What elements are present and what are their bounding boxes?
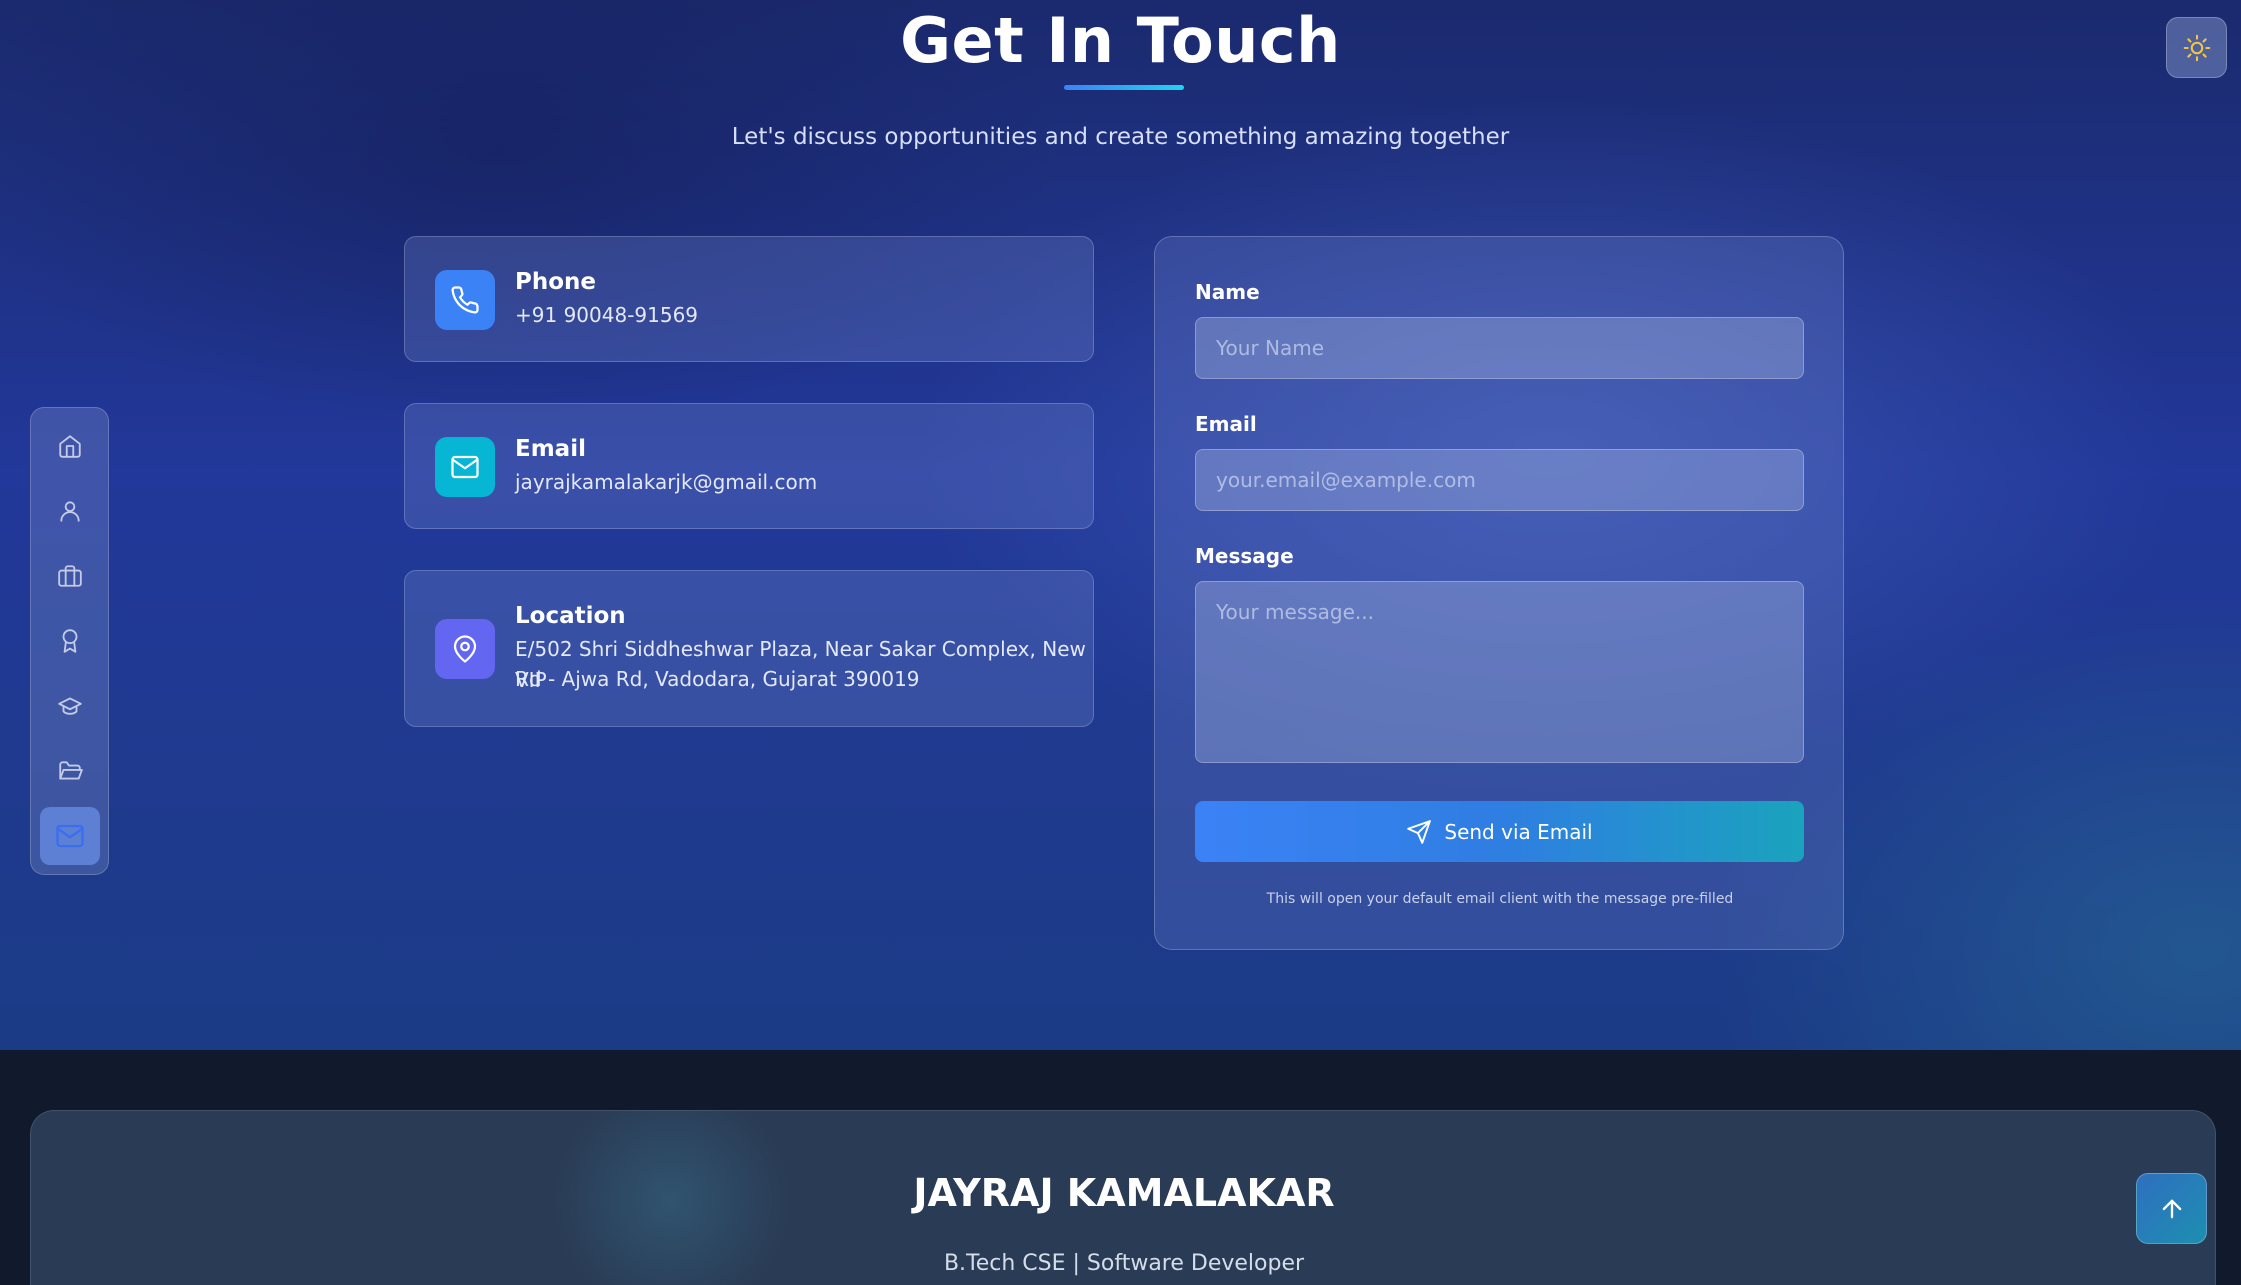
footer-role: B.Tech CSE | Software Developer [943,1251,1305,1276]
send-email-button[interactable]: Send via Email [1195,801,1804,862]
contact-section: Get In Touch Let's discuss opportunities… [0,0,2241,1050]
nav-item-contact[interactable] [40,807,100,865]
phone-card: Phone +91 90048-91569 [404,236,1094,362]
briefcase-icon [57,563,83,589]
email-card: Email jayrajkamalakarjk@gmail.com [404,403,1094,529]
graduation-cap-icon [57,693,83,719]
title-underline [1064,85,1184,90]
home-icon [57,433,83,459]
email-value[interactable]: jayrajkamalakarjk@gmail.com [515,467,817,498]
nav-item-experience[interactable] [40,547,100,605]
phone-label: Phone [515,269,597,295]
user-icon [57,498,83,524]
nav-item-achievements[interactable] [40,612,100,670]
footer-card: JAYRAJ KAMALAKAR B.Tech CSE | Software D… [30,1110,2216,1285]
email-label: Email [515,436,586,462]
name-label: Name [1195,280,1260,304]
email-field-label: Email [1195,412,1257,436]
message-textarea[interactable] [1195,581,1804,763]
location-label: Location [515,603,626,629]
nav-item-projects[interactable] [40,742,100,800]
page-subtitle: Let's discuss opportunities and create s… [731,124,1510,150]
theme-toggle-button[interactable] [2166,17,2227,78]
phone-value[interactable]: +91 90048-91569 [515,300,698,331]
sun-icon [2183,34,2211,62]
page: Get In Touch Let's discuss opportunities… [0,0,2241,1285]
name-input[interactable] [1195,317,1804,379]
mail-icon [55,821,85,851]
nav-item-about[interactable] [40,482,100,540]
arrow-up-icon [2158,1195,2186,1223]
side-navigation [30,407,109,875]
page-title: Get In Touch [900,4,1341,77]
message-label: Message [1195,544,1294,568]
contact-form: Name Email Message Send via Email This w… [1154,236,1844,950]
nav-item-home[interactable] [40,417,100,475]
form-note: This will open your default email client… [1266,891,1734,907]
email-input[interactable] [1195,449,1804,511]
location-value-line2: Rd - Ajwa Rd, Vadodara, Gujarat 390019 [515,667,920,691]
scroll-to-top-button[interactable] [2136,1173,2207,1244]
folder-icon [57,758,83,784]
map-pin-icon [435,619,495,679]
phone-icon [435,270,495,330]
award-icon [57,628,83,654]
mail-icon [435,437,495,497]
send-button-label: Send via Email [1444,819,1593,844]
footer-name: JAYRAJ KAMALAKAR [913,1171,1335,1215]
location-card: Location E/502 Shri Siddheshwar Plaza, N… [404,570,1094,727]
send-icon [1406,819,1432,845]
nav-item-education[interactable] [40,677,100,735]
